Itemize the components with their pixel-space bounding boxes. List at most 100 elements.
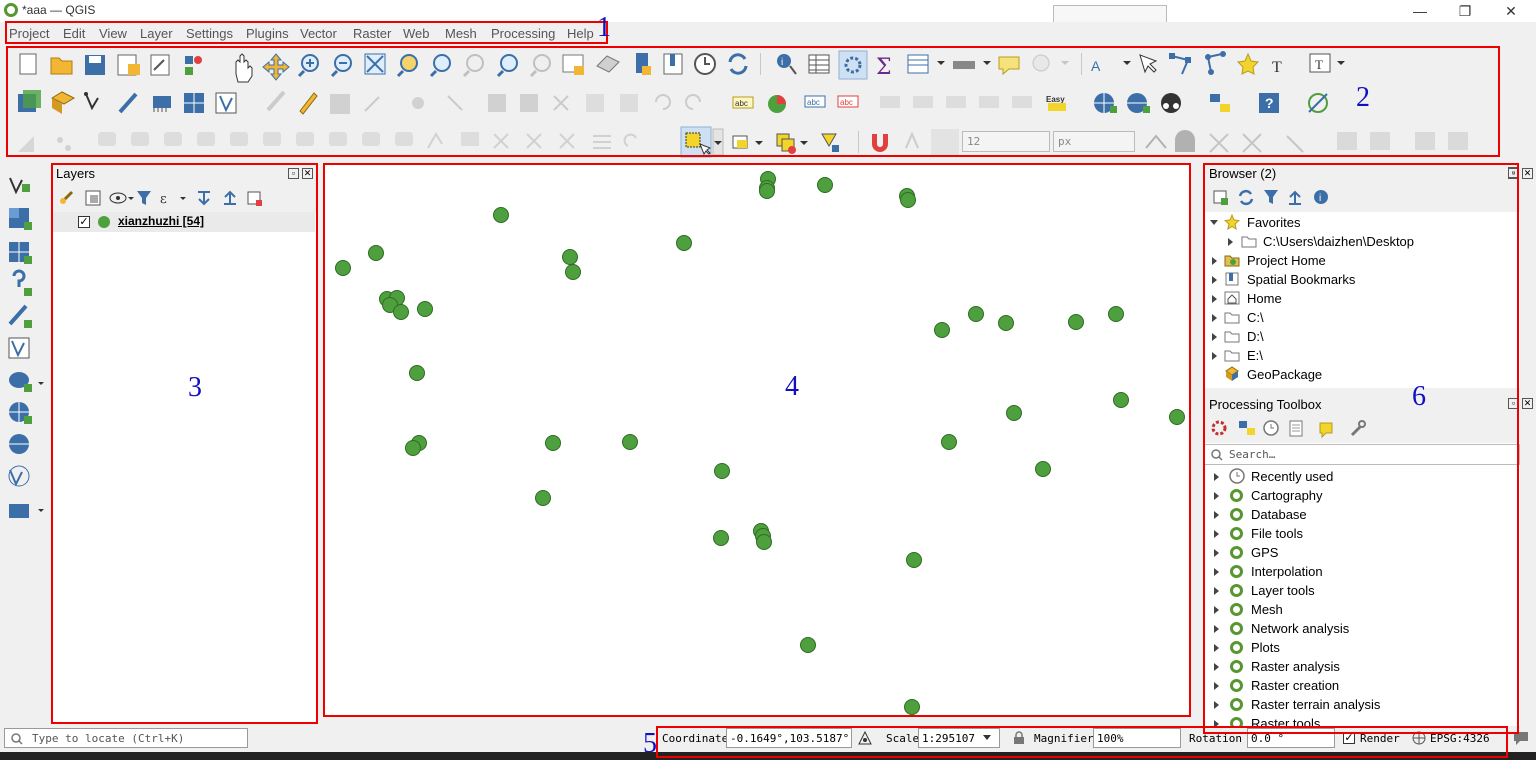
toolbox-item-interpolation[interactable]: Interpolation [1204,562,1520,581]
layer-row[interactable]: ✓ xianzhuzhi [54] [52,212,315,232]
map-point-feature[interactable] [900,192,916,208]
menu-edit[interactable]: Edit [63,26,85,41]
map-point-feature[interactable] [968,306,984,322]
close-panel-icon[interactable]: ✕ [1522,168,1533,179]
browser-item-spatial-bookmarks[interactable]: Spatial Bookmarks [1204,270,1520,289]
map-point-feature[interactable] [417,301,433,317]
map-point-feature[interactable] [941,434,957,450]
crs-globe-icon[interactable] [1412,731,1426,745]
map-point-feature[interactable] [756,534,772,550]
browser-item-c-drive[interactable]: C:\ [1204,308,1520,327]
map-point-feature[interactable] [1108,306,1124,322]
annotation-label-6: 6 [1412,381,1426,412]
map-point-feature[interactable] [535,490,551,506]
menu-view[interactable]: View [99,26,127,41]
map-point-feature[interactable] [562,249,578,265]
menu-web[interactable]: Web [403,26,430,41]
float-panel-icon[interactable]: ▫ [1508,168,1519,179]
messages-icon[interactable] [1512,730,1530,746]
browser-item-home[interactable]: Home [1204,289,1520,308]
map-point-feature[interactable] [817,177,833,193]
rotation-spinbox[interactable]: 0.0 ° [1247,728,1335,748]
map-point-feature[interactable] [1169,409,1185,425]
browser-item-d-drive[interactable]: D:\ [1204,327,1520,346]
map-point-feature[interactable] [904,699,920,715]
toolbox-item-mesh[interactable]: Mesh [1204,600,1520,619]
map-canvas[interactable] [324,164,1190,716]
browser-item-desktop[interactable]: C:\Users\daizhen\Desktop [1204,232,1520,251]
layer-visibility-checkbox[interactable]: ✓ [78,216,90,228]
font-size-spinbox[interactable]: 12 [962,131,1050,152]
toggle-extents-icon[interactable] [857,730,873,746]
map-point-feature[interactable] [409,365,425,381]
toolbox-item-raster-analysis[interactable]: Raster analysis [1204,657,1520,676]
browser-scrollbar[interactable] [1520,212,1534,388]
crs-label[interactable]: EPSG:4326 [1430,732,1490,745]
map-point-feature[interactable] [713,530,729,546]
map-point-feature[interactable] [934,322,950,338]
map-point-feature[interactable] [759,183,775,199]
search-input[interactable]: Search… [1229,448,1275,461]
toolbox-item-gps[interactable]: GPS [1204,543,1520,562]
map-point-feature[interactable] [800,637,816,653]
menu-mesh[interactable]: Mesh [445,26,477,41]
map-point-feature[interactable] [493,207,509,223]
font-unit-select[interactable]: px [1053,131,1135,152]
float-panel-icon[interactable]: ▫ [1508,398,1519,409]
map-point-feature[interactable] [622,434,638,450]
menu-raster[interactable]: Raster [353,26,391,41]
map-point-feature[interactable] [998,315,1014,331]
map-point-feature[interactable] [335,260,351,276]
toolbox-item-cartography[interactable]: Cartography [1204,486,1520,505]
map-point-feature[interactable] [1068,314,1084,330]
map-point-feature[interactable] [368,245,384,261]
toolbox-item-plots[interactable]: Plots [1204,638,1520,657]
toolbox-item-database[interactable]: Database [1204,505,1520,524]
menu-vector[interactable]: Vector [300,26,337,41]
chevron-down-icon[interactable] [983,735,991,740]
toolbox-item-file-tools[interactable]: File tools [1204,524,1520,543]
menu-settings[interactable]: Settings [186,26,233,41]
map-point-feature[interactable] [565,264,581,280]
toolbox-item-raster-creation[interactable]: Raster creation [1204,676,1520,695]
close-panel-icon[interactable]: ✕ [302,168,313,179]
coordinate-field[interactable]: -0.1649°,103.5187° [726,728,852,748]
locator-bar[interactable]: Type to locate (Ctrl+K) [4,728,248,748]
menu-help[interactable]: Help [567,26,594,41]
menu-processing[interactable]: Processing [491,26,555,41]
lock-scale-icon[interactable] [1013,731,1025,745]
minimize-button[interactable]: — [1406,1,1434,21]
map-point-feature[interactable] [1113,392,1129,408]
close-panel-icon[interactable]: ✕ [1522,398,1533,409]
map-point-feature[interactable] [906,552,922,568]
processing-search-box[interactable]: Search… [1204,444,1520,465]
menu-layer[interactable]: Layer [140,26,173,41]
map-point-feature[interactable] [393,304,409,320]
browser-item-geopackage[interactable]: GeoPackage [1204,365,1520,384]
browser-item-project-home[interactable]: Project Home [1204,251,1520,270]
restore-button[interactable]: ❐ [1451,1,1479,21]
manage-map-themes-icon [109,192,134,204]
toolbox-item-label: File tools [1251,526,1304,541]
menu-plugins[interactable]: Plugins [246,26,289,41]
close-window-button[interactable]: ✕ [1497,1,1525,21]
float-panel-icon[interactable]: ▫ [288,168,299,179]
render-checkbox[interactable]: ✓ [1343,732,1355,744]
layer-name[interactable]: xianzhuzhi [54] [118,214,204,228]
processing-scrollbar[interactable] [1520,465,1534,727]
map-point-feature[interactable] [714,463,730,479]
toolbox-item-recently-used[interactable]: Recently used [1204,467,1520,486]
map-point-feature[interactable] [1035,461,1051,477]
menu-project[interactable]: Project [9,26,49,41]
map-point-feature[interactable] [405,440,421,456]
toolbox-item-layer-tools[interactable]: Layer tools [1204,581,1520,600]
map-point-feature[interactable] [676,235,692,251]
magnifier-spinbox[interactable]: 100% [1093,728,1181,748]
map-point-feature[interactable] [545,435,561,451]
toolbox-item-raster-terrain-analysis[interactable]: Raster terrain analysis [1204,695,1520,714]
browser-item-favorites[interactable]: Favorites [1204,213,1520,232]
map-point-feature[interactable] [1006,405,1022,421]
locator-input[interactable]: Type to locate (Ctrl+K) [32,732,184,745]
toolbox-item-network-analysis[interactable]: Network analysis [1204,619,1520,638]
browser-item-e-drive[interactable]: E:\ [1204,346,1520,365]
